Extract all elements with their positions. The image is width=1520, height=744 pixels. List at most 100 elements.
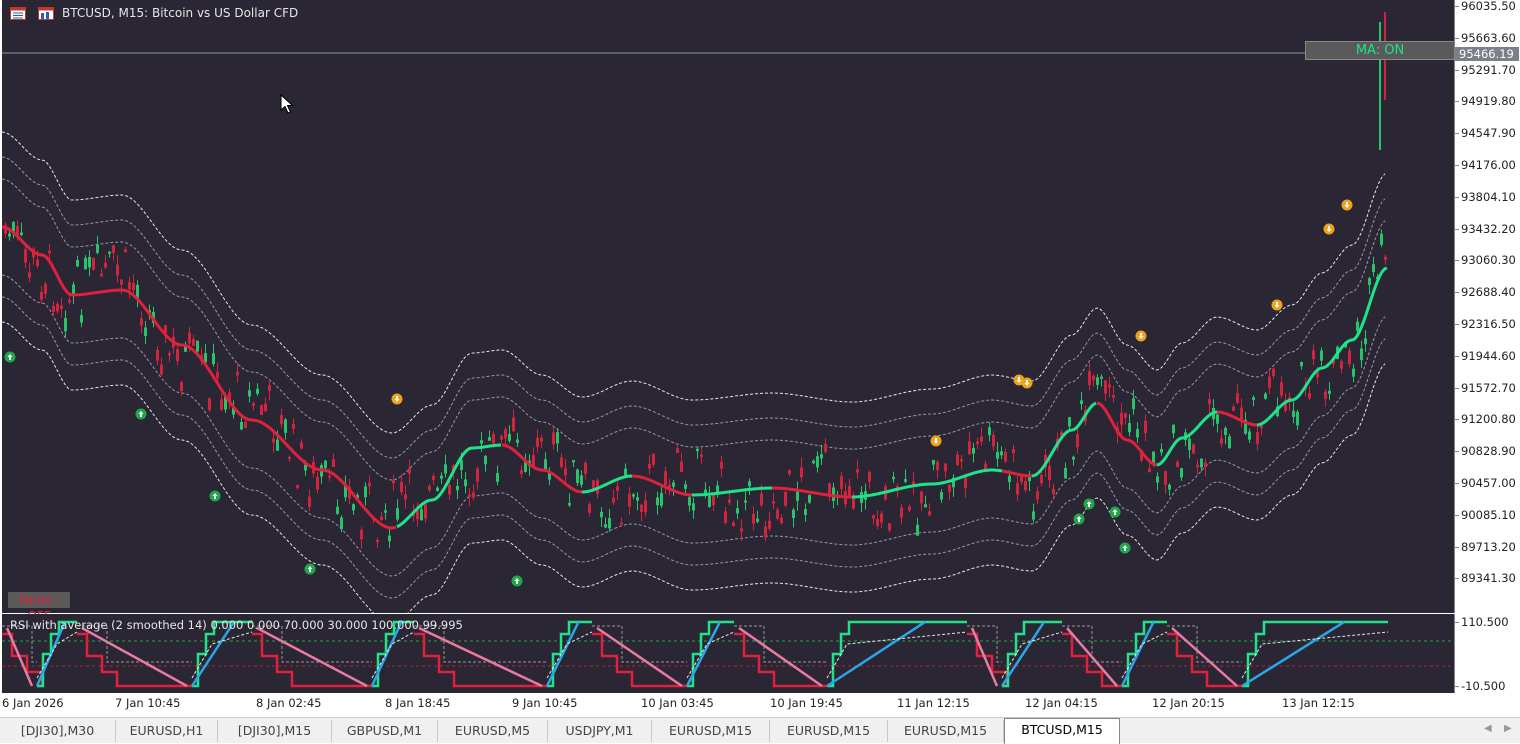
rsi-indicator-title: RSI with average (2 smoothed 14) 0.000 0… xyxy=(10,618,463,632)
candle-body xyxy=(676,448,679,453)
candle-body xyxy=(1072,456,1075,460)
candle-body xyxy=(948,484,951,492)
rsi-green-line xyxy=(827,620,967,688)
price-tick-mark xyxy=(1455,483,1459,484)
tab-eurusd-m15-2[interactable]: EURUSD,M15 xyxy=(770,720,888,742)
candle-body xyxy=(1280,382,1283,396)
candle-body xyxy=(380,516,383,520)
candle-body xyxy=(160,364,163,375)
candle-body xyxy=(628,493,631,507)
candle-body xyxy=(1264,393,1267,399)
candle-body xyxy=(712,494,715,506)
tab-usdjpy-m1[interactable]: USDJPY,M1 xyxy=(548,720,652,742)
tab-dji30-m15[interactable]: [DJI30],M15 xyxy=(218,720,332,742)
candle-body xyxy=(448,485,451,495)
tab-dji30-m30[interactable]: [DJI30],M30 xyxy=(0,720,116,742)
moving-average-line xyxy=(1216,410,1258,427)
candle-body xyxy=(784,492,787,506)
ma-status-badge[interactable]: MA: ON xyxy=(1305,41,1455,60)
candle-body xyxy=(416,510,419,520)
price-tick-mark xyxy=(1455,37,1459,39)
price-tick-label: 89713.20 xyxy=(1461,539,1516,554)
price-tick-mark xyxy=(1455,228,1459,230)
tab-eurusd-m5[interactable]: EURUSD,M5 xyxy=(438,720,548,742)
price-tick-label: 94919.80 xyxy=(1461,94,1516,109)
candle-body xyxy=(168,353,171,356)
tabs-scroll-left-icon[interactable]: ◀ xyxy=(1484,723,1492,734)
moving-average-line xyxy=(121,288,397,530)
candle-body xyxy=(384,510,387,513)
price-tick-mark xyxy=(1455,578,1459,580)
price-axis[interactable]: 96035.50 95663.60 95291.70 94919.80 94547.90… xyxy=(1454,0,1520,613)
price-tick-mark xyxy=(1455,196,1459,198)
candle-body xyxy=(936,462,939,470)
rsi-axis[interactable]: 110.500 -10.500 xyxy=(1454,614,1520,693)
candle-body xyxy=(996,451,999,459)
time-tick-label: 9 Jan 10:45 xyxy=(512,696,578,710)
candle-body xyxy=(848,485,851,497)
candle-body xyxy=(1136,429,1139,438)
tab-btcusd-m15[interactable]: BTCUSD,M15 xyxy=(1004,718,1120,744)
candle-body xyxy=(520,470,523,474)
candle-body xyxy=(116,264,119,276)
candle-body xyxy=(1216,414,1219,424)
rsi-indicator-panel[interactable]: RSI with average (2 smoothed 14) 0.000 0… xyxy=(2,614,1454,693)
candle-body xyxy=(208,398,211,410)
price-tick-label: 90085.10 xyxy=(1461,507,1516,522)
candle-body xyxy=(40,292,43,300)
candle-body xyxy=(660,493,663,506)
candle-body xyxy=(220,399,223,410)
candle-body xyxy=(944,463,947,472)
tab-gbpusd-m1[interactable]: GBPUSD,M1 xyxy=(332,720,438,742)
candle-body xyxy=(804,509,807,515)
price-chart-canvas[interactable] xyxy=(2,0,1454,613)
rsi-average-line xyxy=(1120,621,1155,687)
candle-body xyxy=(1164,471,1167,485)
price-tick-mark xyxy=(1455,6,1459,7)
envelope-band-line xyxy=(2,131,1386,434)
tab-eurusd-h1[interactable]: EURUSD,H1 xyxy=(116,720,218,742)
tabs-scroll-right-icon[interactable]: ▶ xyxy=(1504,723,1512,734)
main-chart-area[interactable]: BTCUSD, M15: Bitcoin vs US Dollar CFD MA… xyxy=(2,0,1455,623)
panel-status-badge[interactable]: Panel : OFF xyxy=(8,592,70,623)
moving-average-line xyxy=(1031,401,1097,478)
tab-eurusd-m15-1[interactable]: EURUSD,M15 xyxy=(652,720,770,742)
candle-body xyxy=(156,349,159,361)
candle-body xyxy=(736,508,739,514)
candle-body xyxy=(1100,376,1103,379)
candle-body xyxy=(496,473,499,482)
buy-arrow-icon xyxy=(304,563,316,575)
chart-properties-icon[interactable] xyxy=(38,7,54,20)
candle-body xyxy=(840,476,843,489)
candle-body xyxy=(400,481,403,492)
candle-body xyxy=(824,444,827,452)
candle-body xyxy=(1012,449,1015,454)
candle-body xyxy=(652,453,655,465)
candle-body xyxy=(1092,375,1095,381)
candle-body xyxy=(932,459,935,465)
candle-body xyxy=(392,479,395,484)
candle-body xyxy=(24,249,27,263)
candle-body xyxy=(472,492,475,498)
candle-body xyxy=(444,464,447,474)
candle-body xyxy=(68,300,71,303)
buy-arrow-icon xyxy=(135,408,147,420)
candle-body xyxy=(44,283,47,294)
time-axis[interactable]: 6 Jan 2026 7 Jan 10:45 8 Jan 02:45 8 Jan 18… xyxy=(0,693,1454,717)
candle-body xyxy=(1064,468,1067,479)
envelope-band-line xyxy=(2,178,1386,481)
candle-body xyxy=(80,315,83,323)
candle-body xyxy=(268,385,271,391)
candle-body xyxy=(1380,233,1383,245)
tab-eurusd-m15-3[interactable]: EURUSD,M15 xyxy=(888,720,1004,742)
candle-body xyxy=(1364,338,1367,345)
candle-body xyxy=(1292,410,1295,417)
candle-body xyxy=(664,471,667,485)
candle-body xyxy=(64,318,67,332)
candle-body xyxy=(72,284,75,295)
candle-body xyxy=(1224,427,1227,436)
buy-arrow-icon xyxy=(1073,513,1085,525)
chart-list-icon[interactable] xyxy=(10,7,26,20)
candle-body xyxy=(1320,350,1323,361)
candle-body xyxy=(396,508,399,520)
